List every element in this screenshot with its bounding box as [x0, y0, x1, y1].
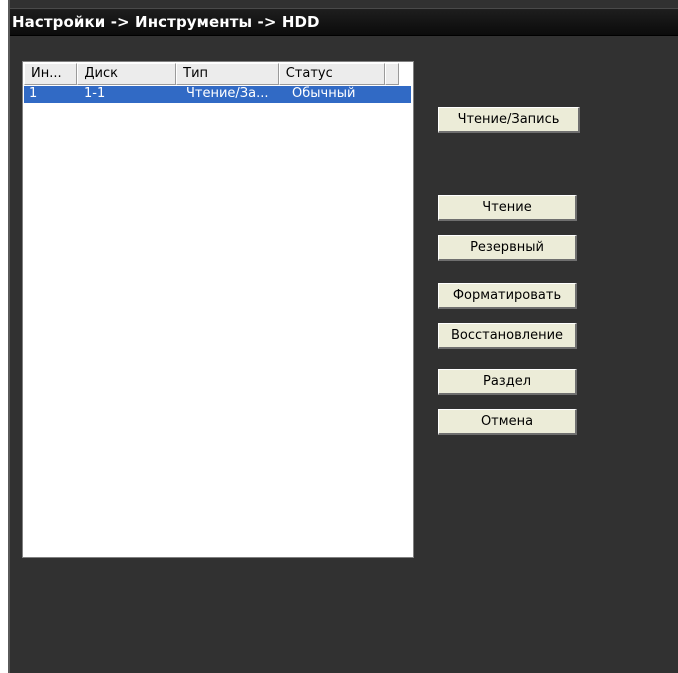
title-bar: Настройки -> Инструменты -> HDD [10, 8, 678, 36]
partition-button[interactable]: Раздел [438, 369, 577, 395]
column-header-filler [385, 63, 399, 85]
disk-row-disk: 1-1 [84, 86, 106, 101]
disk-row[interactable]: 1 1-1 Чтение/За... Обычный [24, 86, 411, 103]
hdd-settings-window: Настройки -> Инструменты -> HDD Ин... Ди… [8, 0, 678, 673]
format-button[interactable]: Форматировать [438, 283, 577, 309]
disk-row-index: 1 [29, 86, 38, 101]
disk-list-header: Ин... Диск Тип Статус [24, 63, 399, 85]
column-header-disk[interactable]: Диск [77, 63, 177, 85]
disk-row-type: Чтение/За... [186, 86, 269, 101]
cancel-button[interactable]: Отмена [438, 409, 577, 435]
reserve-button[interactable]: Резервный [438, 235, 577, 261]
column-header-status[interactable]: Статус [278, 63, 386, 85]
disk-row-status: Обычный [292, 86, 356, 101]
column-header-type[interactable]: Тип [176, 63, 279, 85]
read-only-button[interactable]: Чтение [438, 195, 577, 221]
restore-button[interactable]: Восстановление [438, 323, 577, 349]
column-header-index[interactable]: Ин... [24, 63, 78, 85]
read-write-button[interactable]: Чтение/Запись [438, 107, 580, 133]
disk-list[interactable]: Ин... Диск Тип Статус 1 1-1 Чтение/За...… [22, 61, 414, 558]
window-title: Настройки -> Инструменты -> HDD [12, 13, 320, 31]
